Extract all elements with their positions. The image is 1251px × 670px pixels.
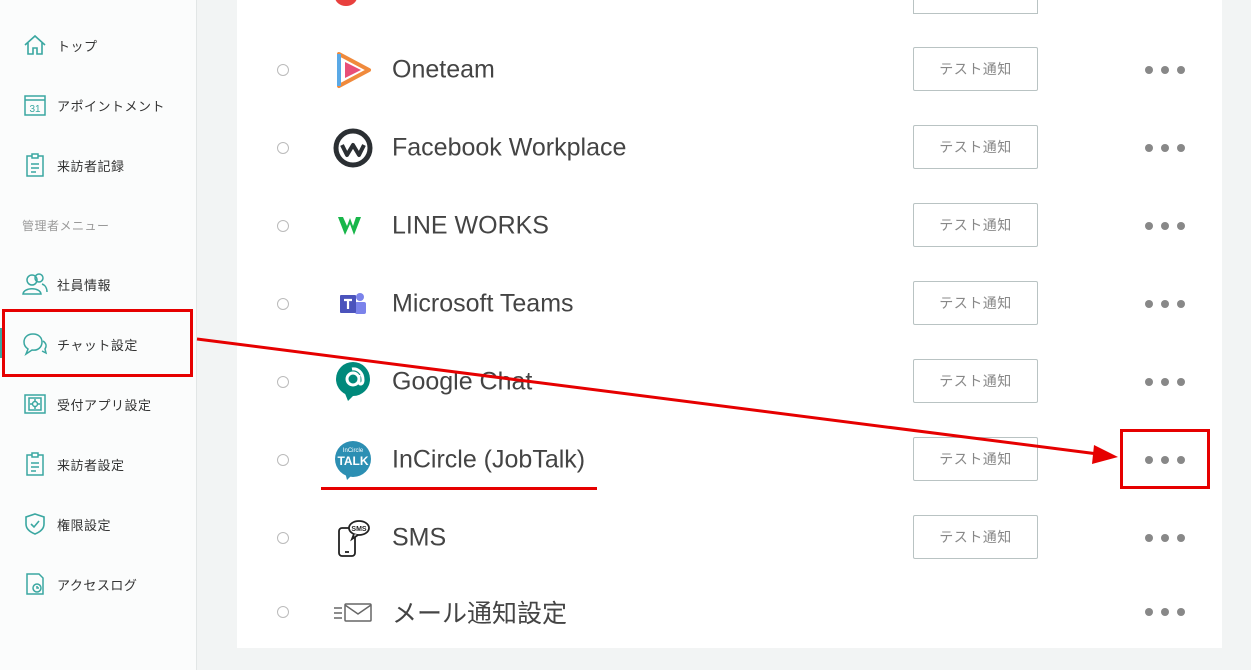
workplace-logo-icon — [331, 126, 375, 170]
select-radio[interactable] — [277, 376, 289, 388]
chat-row-line-works: LINE WORKS テスト通知 — [237, 187, 1222, 265]
mail-icon — [331, 590, 375, 634]
log-icon — [22, 571, 48, 597]
shield-icon — [22, 511, 48, 537]
sms-phone-icon: SMS — [331, 516, 375, 560]
more-options-button[interactable] — [1145, 378, 1185, 386]
sms-icon-text: SMS — [351, 526, 367, 533]
annotation-highlight-more-options — [1120, 429, 1210, 489]
sidebar-item-label: 来訪者設定 — [57, 458, 125, 474]
sidebar-item-access-log[interactable]: アクセスログ — [0, 564, 196, 604]
app-name: メール通知設定 — [392, 600, 568, 628]
sidebar-item-label: 権限設定 — [57, 518, 112, 534]
sidebar-item-label: アポイントメント — [57, 99, 166, 115]
calendar-icon: 31 — [22, 92, 48, 118]
app-name: Oneteam — [392, 55, 495, 84]
sidebar-item-label: 来訪者記録 — [57, 159, 125, 175]
select-radio[interactable] — [277, 606, 289, 618]
chat-row-facebook-workplace: Facebook Workplace テスト通知 — [237, 109, 1222, 187]
sidebar-item-visitor-record[interactable]: 来訪者記録 — [0, 145, 196, 185]
sidebar-item-top[interactable]: トップ — [0, 25, 196, 65]
googlechat-logo-icon — [331, 360, 375, 404]
tablet-icon — [22, 391, 48, 417]
app-name: InCircle (JobTalk) — [392, 445, 586, 474]
more-options-button[interactable] — [1145, 300, 1185, 308]
teams-logo-icon — [331, 282, 375, 326]
select-radio[interactable] — [277, 220, 289, 232]
more-options-button[interactable] — [1145, 144, 1185, 152]
select-radio[interactable] — [277, 64, 289, 76]
more-options-button[interactable] — [1145, 608, 1185, 616]
incircle-logo-icon: InCircle TALK — [331, 438, 375, 482]
chat-integration-list: Oneteam テスト通知 Facebook Workplace テスト通知 L… — [237, 0, 1222, 648]
test-notify-button[interactable]: テスト通知 — [913, 47, 1038, 91]
test-notify-button[interactable]: テスト通知 — [913, 281, 1038, 325]
oneteam-logo-icon — [331, 48, 375, 92]
partial-row-test-button[interactable] — [913, 0, 1038, 14]
app-name: Facebook Workplace — [392, 133, 627, 162]
sidebar-item-employee-info[interactable]: 社員情報 — [0, 264, 196, 304]
users-icon — [22, 271, 48, 297]
annotation-underline-incircle — [321, 487, 597, 490]
app-name: Google Chat — [392, 367, 533, 396]
test-notify-button[interactable]: テスト通知 — [913, 359, 1038, 403]
select-radio[interactable] — [277, 142, 289, 154]
chat-row-microsoft-teams: Microsoft Teams テスト通知 — [237, 265, 1222, 343]
sidebar-item-label: トップ — [57, 39, 98, 55]
test-notify-button[interactable]: テスト通知 — [913, 125, 1038, 169]
sidebar-item-label: 社員情報 — [57, 278, 112, 294]
sidebar-item-visitor-settings[interactable]: 来訪者設定 — [0, 444, 196, 484]
app-name: Microsoft Teams — [392, 289, 574, 318]
app-name: LINE WORKS — [392, 211, 549, 240]
app-name: SMS — [392, 523, 447, 552]
chat-row-sms: SMS SMS テスト通知 — [237, 499, 1222, 577]
more-options-button[interactable] — [1145, 534, 1185, 542]
more-options-button[interactable] — [1145, 66, 1185, 74]
annotation-highlight-chat-settings — [2, 309, 193, 377]
more-options-button[interactable] — [1145, 222, 1185, 230]
partial-row-logo — [335, 0, 357, 6]
calendar-icon-text: 31 — [29, 104, 41, 115]
sidebar-item-label: 受付アプリ設定 — [57, 398, 152, 414]
sidebar-item-appointment[interactable]: 31 アポイントメント — [0, 85, 196, 125]
chat-row-google-chat: Google Chat テスト通知 — [237, 343, 1222, 421]
select-radio[interactable] — [277, 454, 289, 466]
clipboard-icon — [22, 152, 48, 178]
incircle-logo-text-big: TALK — [337, 454, 368, 468]
sidebar-item-label: アクセスログ — [57, 578, 138, 594]
home-icon — [22, 32, 48, 58]
select-radio[interactable] — [277, 532, 289, 544]
test-notify-button[interactable]: テスト通知 — [913, 437, 1038, 481]
lineworks-logo-icon — [331, 204, 375, 248]
chat-row-mail-notification: メール通知設定 — [237, 573, 1222, 651]
select-radio[interactable] — [277, 298, 289, 310]
admin-menu-heading: 管理者メニュー — [22, 219, 110, 233]
sidebar-item-reception-app-settings[interactable]: 受付アプリ設定 — [0, 384, 196, 424]
test-notify-button[interactable]: テスト通知 — [913, 515, 1038, 559]
chat-row-oneteam: Oneteam テスト通知 — [237, 31, 1222, 109]
clipboard-icon — [22, 451, 48, 477]
test-notify-button[interactable]: テスト通知 — [913, 203, 1038, 247]
sidebar-item-permission-settings[interactable]: 権限設定 — [0, 504, 196, 544]
